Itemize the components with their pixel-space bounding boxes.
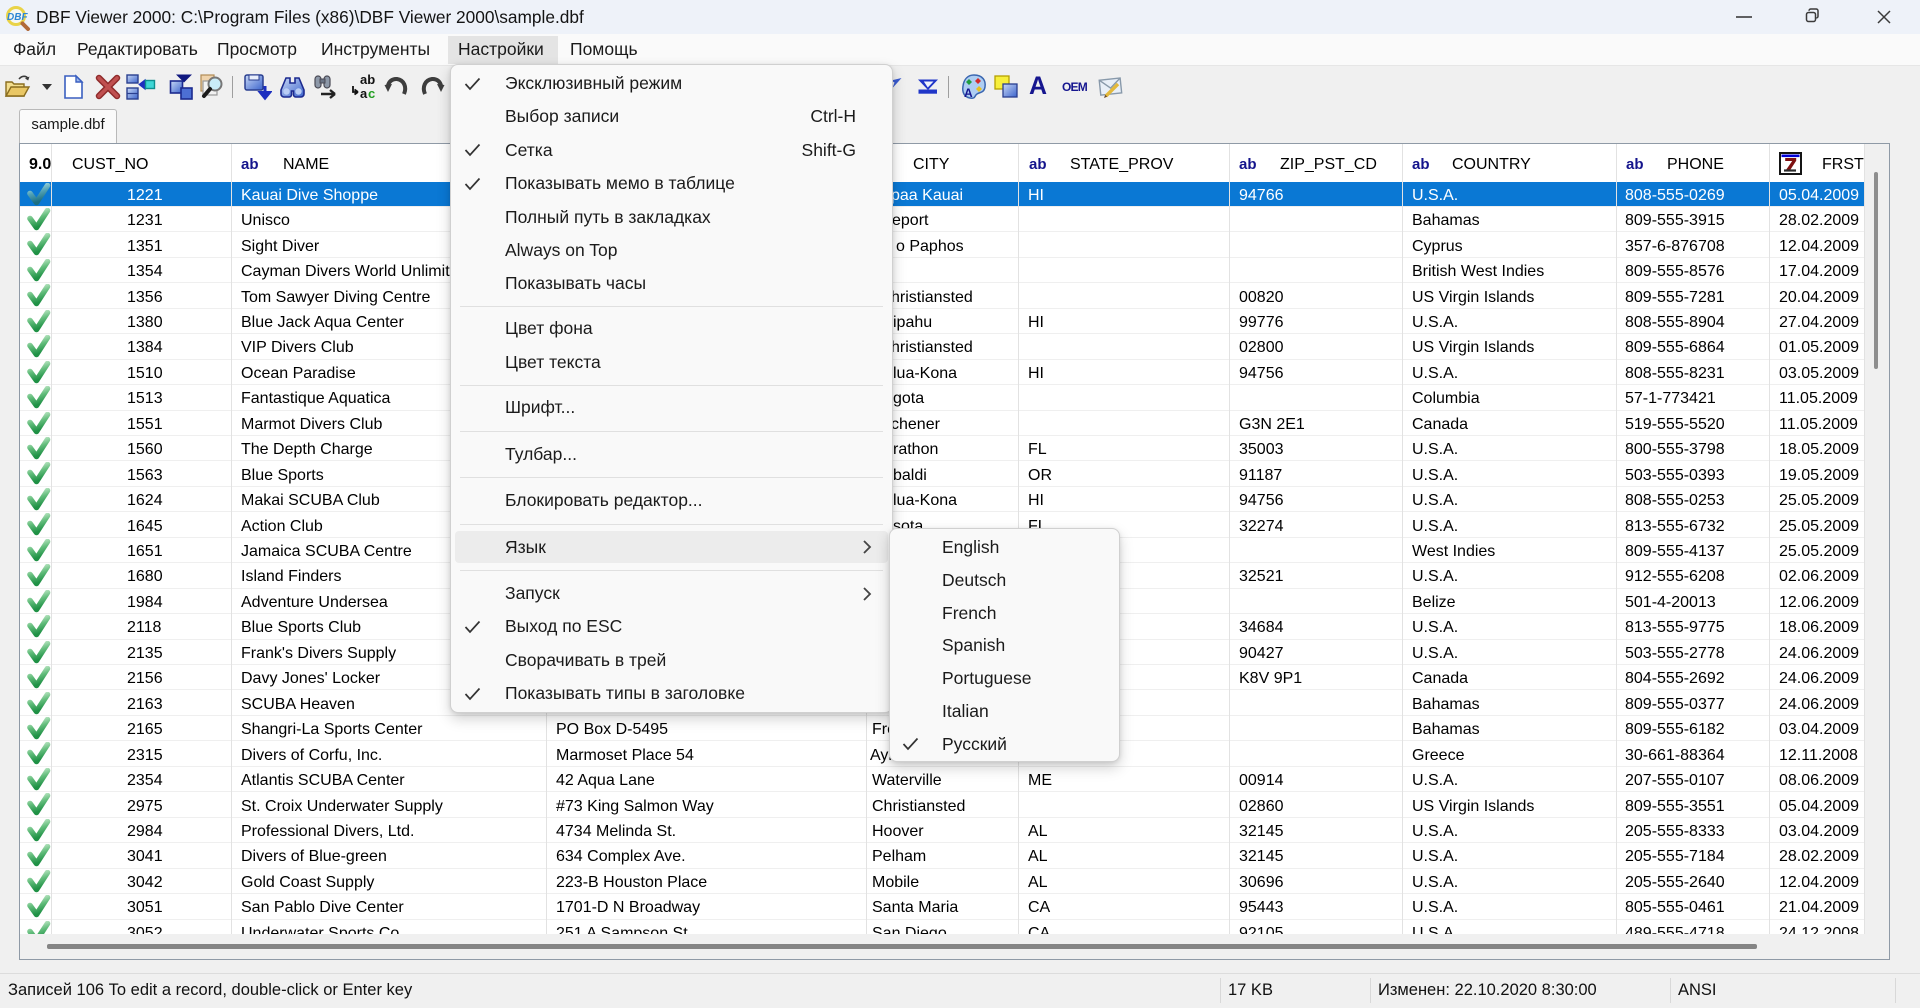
svg-text:c: c (368, 86, 375, 101)
svg-text:a: a (360, 86, 368, 101)
svg-text:A: A (964, 86, 973, 100)
svg-text:DBF: DBF (7, 12, 28, 23)
